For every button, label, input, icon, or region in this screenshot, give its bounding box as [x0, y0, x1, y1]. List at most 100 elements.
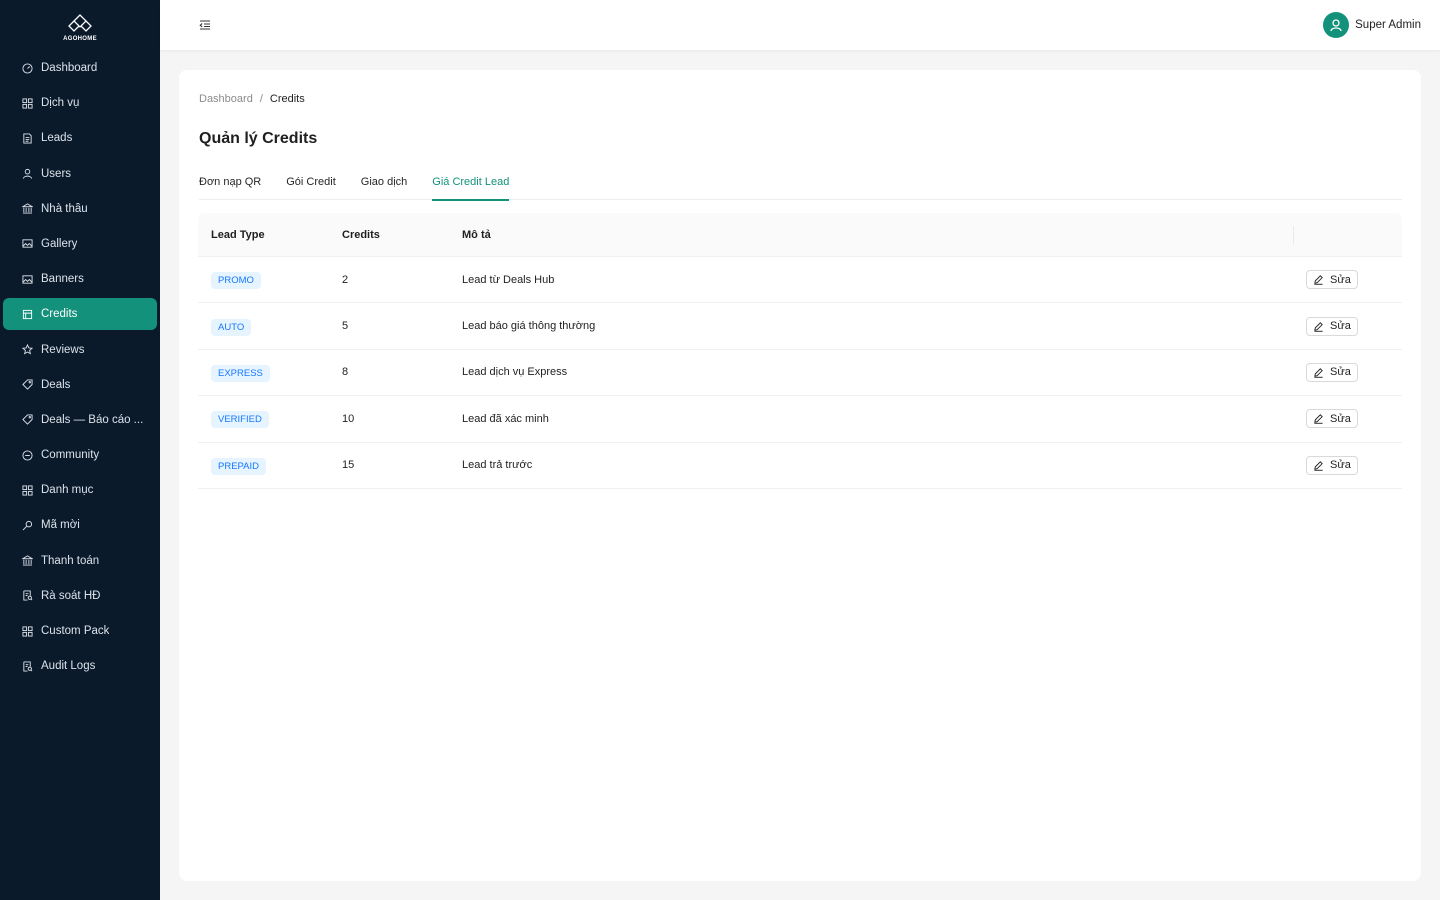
lead-type-tag: PREPAID: [211, 457, 267, 475]
sidebar-item-custom-pack[interactable]: Custom Pack: [3, 615, 157, 647]
sidebar-item-audit-logs[interactable]: Audit Logs: [3, 650, 157, 682]
tab-giao-dich[interactable]: Giao dịch: [361, 170, 407, 200]
lead-type-tag: AUTO: [211, 318, 252, 336]
sidebar-item-label: Rà soát HĐ: [41, 589, 101, 602]
breadcrumb: Dashboard / Credits: [199, 93, 305, 105]
sidebar-item-banners[interactable]: Banners: [3, 263, 157, 295]
sidebar-item-gallery[interactable]: Gallery: [3, 228, 157, 260]
credits-cell: 8: [342, 366, 349, 379]
audit-icon: [22, 661, 33, 672]
description-cell: Lead đã xác minh: [462, 412, 549, 425]
sidebar-item-label: Community: [41, 449, 100, 462]
sidebar-item-label: Deals — Báo cáo ...: [41, 413, 144, 426]
table-row: EXPRESS 8 Lead dịch vụ Express Sửa: [198, 350, 1402, 397]
sidebar-item-nha-thau[interactable]: Nhà thầu: [3, 193, 157, 225]
user-icon: [22, 168, 33, 179]
lead-type-cell: AUTO: [198, 317, 342, 336]
description-cell: Lead từ Deals Hub: [462, 273, 555, 286]
edit-icon: [1313, 413, 1324, 425]
apps-icon: [22, 625, 33, 637]
edit-button-label: Sửa: [1330, 412, 1351, 425]
sidebar-item-ma-moi[interactable]: Mã mời: [3, 509, 157, 541]
sidebar-item-label: Users: [41, 167, 72, 180]
lead-type-tag: VERIFIED: [211, 411, 269, 429]
sidebar-item-label: Gallery: [41, 237, 78, 250]
sidebar-item-label: Thanh toán: [41, 554, 100, 567]
sidebar-item-label: Danh mục: [41, 484, 94, 497]
column-header-lead-type: Lead Type: [211, 228, 265, 241]
brand-name: AGOHOME: [63, 35, 97, 42]
edit-button[interactable]: Sửa: [1306, 455, 1358, 475]
edit-icon: [1313, 460, 1324, 471]
message-icon: [22, 450, 33, 461]
sidebar-item-danh-muc[interactable]: Danh mục: [3, 474, 157, 506]
sidebar-nav: Dashboard Dịch vụ Leads Users Nhà thầu G…: [0, 52, 160, 682]
tab-bar: Đơn nạp QR Gói Credit Giao dịch Giá Cred…: [199, 170, 1402, 201]
sidebar-item-label: Deals: [41, 378, 71, 391]
brand-logo[interactable]: AGOHOME: [0, 0, 160, 50]
sidebar-item-label: Dịch vụ: [41, 97, 80, 110]
description-cell: Lead báo giá thông thường: [462, 320, 596, 333]
user-menu[interactable]: Super Admin: [1323, 12, 1421, 38]
audit-icon: [22, 590, 33, 601]
table-row: PREPAID 15 Lead trả trước Sửa: [198, 443, 1402, 489]
breadcrumb-separator: /: [259, 93, 263, 105]
sidebar-item-ra-soat-hd[interactable]: Rà soát HĐ: [3, 580, 157, 612]
sidebar-item-deals-report[interactable]: Deals — Báo cáo ...: [3, 404, 157, 436]
column-header-description: Mô tả: [462, 228, 491, 241]
sidebar-item-deals[interactable]: Deals: [3, 369, 157, 401]
user-name: Super Admin: [1355, 19, 1421, 31]
table-row: AUTO 5 Lead báo giá thông thường Sửa: [198, 303, 1402, 350]
tag-icon: [22, 379, 33, 390]
sidebar: AGOHOME Dashboard Dịch vụ Leads Users Nh…: [0, 0, 160, 900]
edit-icon: [1313, 321, 1324, 332]
sidebar-item-dich-vu[interactable]: Dịch vụ: [3, 87, 157, 119]
edit-button[interactable]: Sửa: [1306, 409, 1358, 429]
sidebar-item-thanh-toan[interactable]: Thanh toán: [3, 545, 157, 577]
file-icon: [22, 133, 33, 144]
lead-type-tag: EXPRESS: [211, 364, 270, 382]
sidebar-item-label: Nhà thầu: [41, 202, 88, 215]
apps-icon: [22, 485, 33, 496]
sidebar-item-label: Credits: [41, 308, 78, 321]
credit-icon: [22, 309, 33, 320]
edit-icon: [1313, 367, 1324, 378]
sidebar-item-community[interactable]: Community: [3, 439, 157, 471]
action-cell: Sửa: [1293, 350, 1402, 395]
edit-icon: [1313, 274, 1324, 285]
breadcrumb-current: Credits: [269, 93, 305, 105]
column-header-credits: Credits: [342, 228, 380, 241]
menu-fold-icon[interactable]: [198, 18, 212, 32]
edit-button-label: Sửa: [1330, 320, 1351, 333]
avatar: [1323, 12, 1350, 38]
sidebar-item-leads[interactable]: Leads: [3, 122, 157, 154]
lead-type-cell: EXPRESS: [198, 363, 342, 382]
sidebar-item-dashboard[interactable]: Dashboard: [3, 52, 157, 84]
lead-credit-table: Lead Type Credits Mô tả PROMO 2 Lead từ …: [198, 213, 1402, 489]
sidebar-item-label: Leads: [41, 132, 73, 145]
sidebar-item-reviews[interactable]: Reviews: [3, 334, 157, 366]
bank-icon: [22, 203, 33, 214]
credits-cell: 15: [342, 459, 355, 472]
tab-gia-credit-lead[interactable]: Giá Credit Lead: [432, 170, 510, 201]
tag-icon: [22, 414, 33, 426]
tab-goi-credit[interactable]: Gói Credit: [286, 170, 336, 200]
logo-icon: [68, 13, 92, 32]
picture-icon: [22, 274, 33, 285]
key-icon: [22, 520, 33, 531]
sidebar-item-credits[interactable]: Credits: [3, 298, 157, 331]
sidebar-item-users[interactable]: Users: [3, 158, 157, 190]
edit-button[interactable]: Sửa: [1306, 270, 1358, 290]
top-header: Super Admin: [160, 0, 1440, 50]
tab-don-nap-qr[interactable]: Đơn nạp QR: [199, 170, 261, 200]
bank-icon: [22, 555, 33, 566]
sidebar-item-label: Audit Logs: [41, 660, 96, 673]
apps-icon: [22, 98, 33, 109]
column-header-actions: [1293, 225, 1402, 244]
breadcrumb-root[interactable]: Dashboard: [199, 93, 253, 105]
edit-button[interactable]: Sửa: [1306, 362, 1358, 382]
action-cell: Sửa: [1293, 443, 1402, 488]
action-cell: Sửa: [1293, 257, 1402, 302]
edit-button[interactable]: Sửa: [1306, 316, 1358, 336]
edit-button-label: Sửa: [1330, 273, 1351, 286]
